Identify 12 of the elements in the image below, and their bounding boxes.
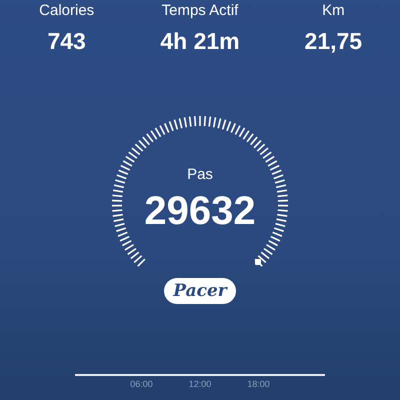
time-label: 12:00 [188, 379, 212, 389]
stat-value: 4h 21m [160, 27, 240, 56]
time-label: 18:00 [247, 379, 270, 389]
stat-label: Calories [39, 2, 94, 20]
stat-label: Temps Actif [162, 2, 238, 20]
time-label: 06:00 [130, 379, 153, 389]
step-count: 29632 [144, 189, 256, 234]
stat-label: Km [322, 2, 345, 20]
stat-value: 21,75 [304, 27, 362, 56]
pacer-button[interactable]: Pacer [164, 278, 236, 304]
stat-value: 743 [47, 27, 86, 56]
gauge-label: Pas [187, 166, 213, 183]
